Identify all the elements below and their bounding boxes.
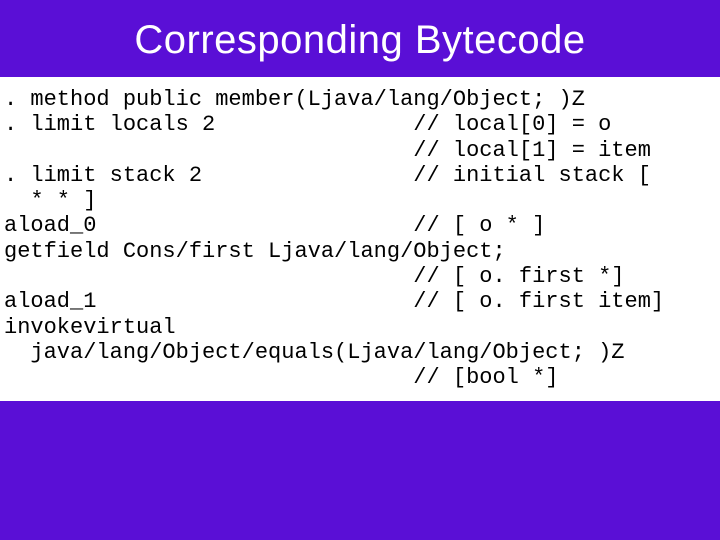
slide-header: Corresponding Bytecode (0, 0, 720, 77)
code-line: . limit stack 2 // initial stack [ (4, 163, 651, 188)
code-line: aload_0 // [ o * ] (4, 213, 545, 238)
slide-title: Corresponding Bytecode (0, 18, 720, 63)
bytecode-block: . method public member(Ljava/lang/Object… (0, 77, 720, 401)
code-line: // local[1] = item (4, 138, 651, 163)
code-line: // [bool *] (4, 365, 559, 390)
slide-footer (0, 401, 720, 521)
code-line: java/lang/Object/equals(Ljava/lang/Objec… (4, 340, 625, 365)
code-line: . limit locals 2 // local[0] = o (4, 112, 611, 137)
code-line: aload_1 // [ o. first item] (4, 289, 664, 314)
code-line: getfield Cons/first Ljava/lang/Object; (4, 239, 506, 264)
code-line: * * ] (4, 188, 96, 213)
code-line: // [ o. first *] (4, 264, 625, 289)
code-line: invokevirtual (4, 315, 176, 340)
code-line: . method public member(Ljava/lang/Object… (4, 87, 585, 112)
